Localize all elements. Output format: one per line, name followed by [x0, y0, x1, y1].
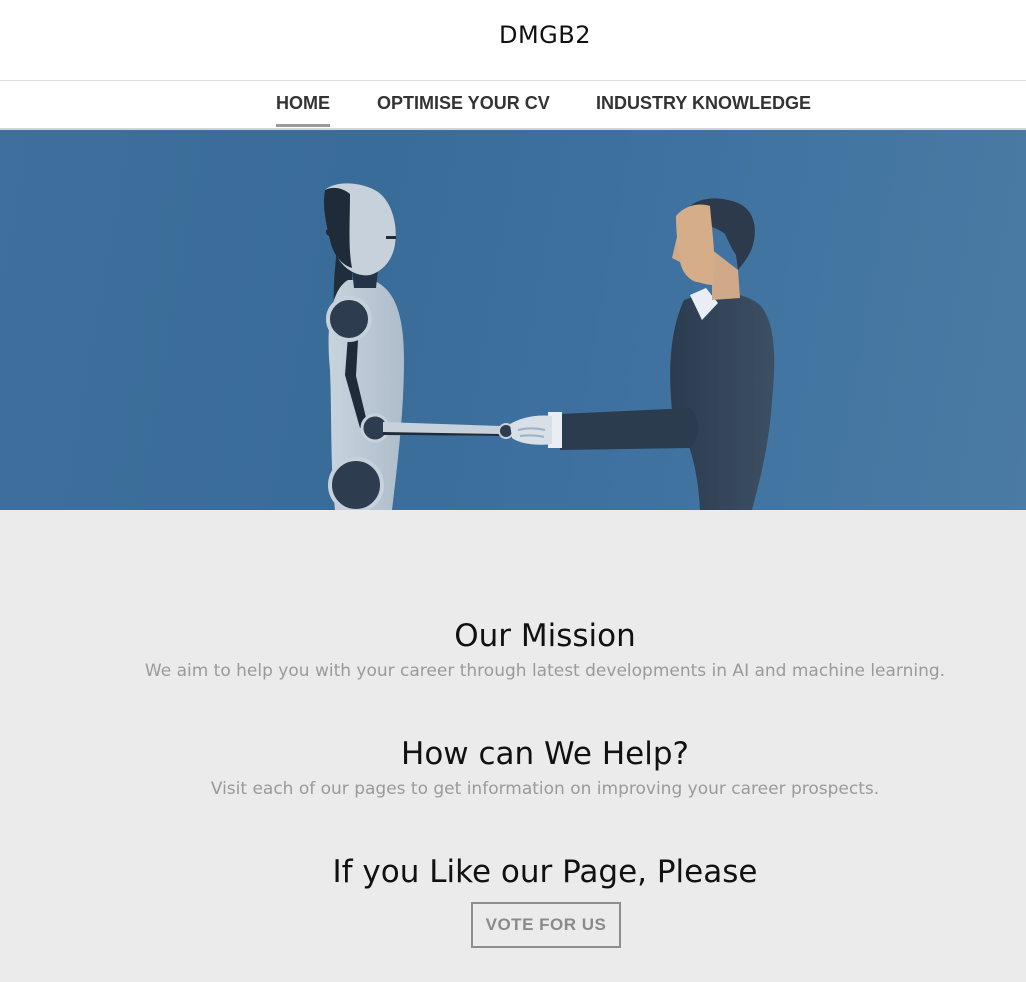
- our-mission-text: We aim to help you with your career thro…: [144, 661, 946, 681]
- vote-prompt-heading: If you Like our Page, Please: [332, 854, 758, 890]
- nav-item-industry-knowledge[interactable]: INDUSTRY KNOWLEDGE: [596, 93, 811, 128]
- main-content: Our Mission We aim to help you with your…: [0, 510, 1026, 982]
- nav-item-home[interactable]: HOME: [276, 93, 330, 128]
- how-can-we-help-text: Visit each of our pages to get informati…: [210, 779, 880, 799]
- main-nav: HOME OPTIMISE YOUR CV INDUSTRY KNOWLEDGE: [0, 81, 1026, 130]
- robot-human-handshake-illustration: [323, 183, 775, 510]
- site-header: DMGB2: [0, 0, 1026, 81]
- hero-banner: [0, 130, 1026, 510]
- site-title-link[interactable]: DMGB2: [0, 21, 1026, 49]
- our-mission-heading: Our Mission: [454, 618, 636, 654]
- how-can-we-help-heading: How can We Help?: [401, 736, 689, 772]
- robot-figure: [323, 183, 514, 510]
- nav-item-optimise-your-cv[interactable]: OPTIMISE YOUR CV: [377, 93, 550, 128]
- businessman-figure: [510, 198, 775, 510]
- vote-for-us-button[interactable]: VOTE FOR US: [471, 902, 621, 948]
